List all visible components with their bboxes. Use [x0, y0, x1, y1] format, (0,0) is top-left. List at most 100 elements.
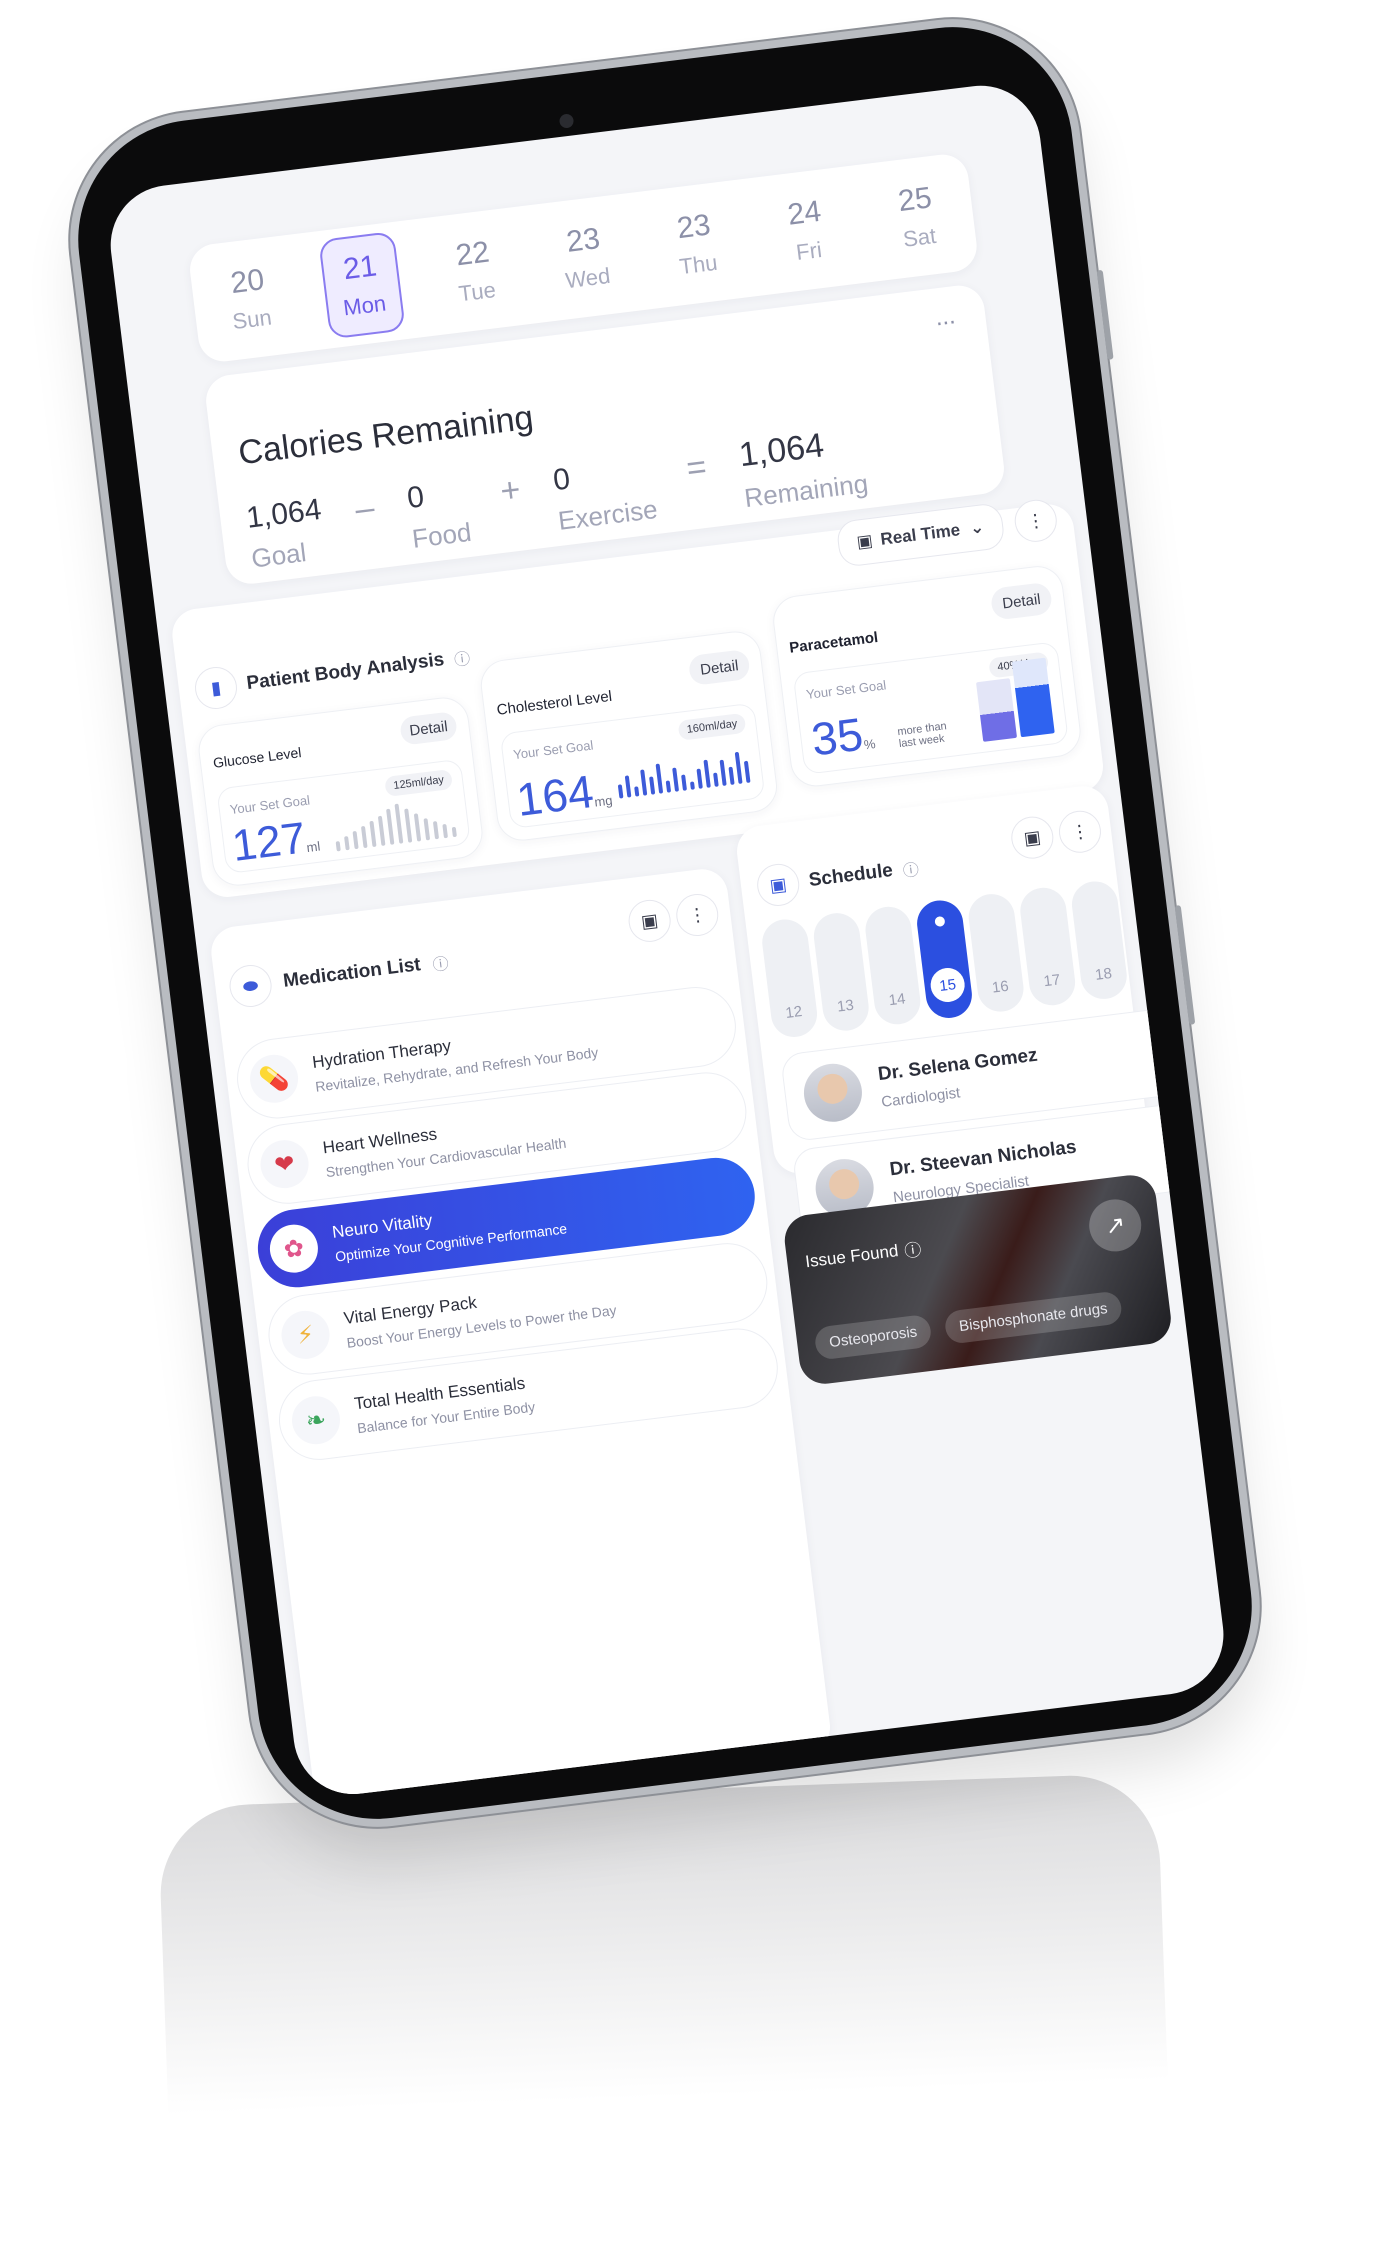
- glucose-value: 127: [229, 813, 309, 871]
- date-number: 25: [896, 181, 934, 219]
- date-number: 21: [341, 249, 379, 287]
- sparkline-bar: [743, 760, 751, 784]
- date-day: Tue: [457, 277, 498, 307]
- more-icon[interactable]: •••: [1162, 1033, 1199, 1068]
- date-item[interactable]: 23 Wed: [544, 206, 627, 310]
- sparkline-bar: [734, 751, 743, 784]
- doctor-avatar: [800, 1060, 866, 1126]
- calendar-icon: ▣: [855, 530, 874, 552]
- schedule-day-number: 17: [1042, 971, 1062, 991]
- medication-title: Medication List: [281, 954, 422, 992]
- sparkline-bar: [386, 808, 395, 845]
- heart-icon: ❤: [257, 1137, 312, 1191]
- power-button: [1174, 905, 1196, 1025]
- cholesterol-sparkline: [615, 747, 751, 799]
- date-item[interactable]: 22 Tue: [433, 219, 516, 323]
- date-item[interactable]: 24 Fri: [765, 179, 848, 283]
- paracetamol-card: Paracetamol Detail Your Set Goal 40%/day…: [770, 563, 1084, 790]
- arrow-up-right-icon[interactable]: ↗: [1086, 1196, 1145, 1255]
- sparkline-bar: [442, 823, 449, 839]
- schedule-day[interactable]: 13: [811, 910, 872, 1034]
- sparkline-bar: [344, 835, 350, 851]
- info-icon: ⓘ: [902, 861, 920, 881]
- minus-sign: –: [353, 488, 377, 529]
- date-number: 23: [564, 221, 602, 259]
- sparkline-bar: [649, 776, 656, 795]
- goal-label: Goal: [249, 537, 308, 574]
- sparkline-bar: [394, 803, 404, 844]
- analysis-title: Patient Body Analysis: [245, 649, 446, 695]
- schedule-day[interactable]: 14: [862, 904, 923, 1027]
- sparkline-bar: [617, 784, 624, 799]
- paracetamol-title: Paracetamol: [788, 628, 880, 657]
- realtime-dropdown[interactable]: ▣ Real Time ⌄: [835, 502, 1006, 568]
- sparkline-bar: [672, 767, 680, 792]
- tablet-device: 20 Sun 21 Mon 22 Tue 23 Wed 23 Thu 24 Fri 25 Sat ... …: [64, 13, 1266, 1833]
- bar-this-week: [1011, 657, 1055, 738]
- sparkline-bar: [335, 841, 341, 852]
- schedule-day[interactable]: 12: [759, 916, 820, 1040]
- issue-tag-osteoporosis[interactable]: Osteoporosis: [813, 1313, 933, 1361]
- schedule-title: Schedule: [807, 859, 895, 892]
- schedule-day-number: 18: [1094, 964, 1113, 984]
- more-icon[interactable]: •••: [1174, 1128, 1211, 1163]
- date-number: 24: [785, 194, 823, 232]
- schedule-day[interactable]: 18: [1069, 878, 1130, 1002]
- cholesterol-goal-label: Your Set Goal: [512, 737, 595, 763]
- date-day: Sun: [231, 304, 274, 335]
- date-item[interactable]: 25 Sat: [875, 165, 958, 269]
- date-item[interactable]: 23 Thu: [654, 192, 737, 296]
- sparkline-bar: [665, 780, 672, 793]
- schedule-day-number: 15: [928, 966, 967, 1004]
- remaining-value: 1,064: [736, 426, 827, 475]
- issue-tag-bisphosphonate[interactable]: Bisphosphonate drugs: [943, 1290, 1124, 1345]
- schedule-day-number: 12: [784, 1003, 804, 1022]
- schedule-day[interactable]: 15: [914, 897, 975, 1021]
- cholesterol-detail-button[interactable]: Detail: [687, 648, 751, 687]
- bar-chart-icon: ▮: [192, 664, 240, 712]
- medication-menu-button[interactable]: ⋮: [673, 891, 721, 939]
- info-icon: ⓘ: [431, 955, 450, 975]
- cholesterol-value: 164: [513, 764, 597, 826]
- schedule-day[interactable]: 17: [1017, 885, 1078, 1008]
- paracetamol-goal-label: Your Set Goal: [805, 677, 887, 703]
- date-day: Thu: [678, 249, 719, 280]
- realtime-label: Real Time: [879, 520, 962, 549]
- plus-sign: +: [498, 470, 523, 511]
- schedule-card: ▣ Schedule ⓘ ▣ ⋮ 12 13 14 15 16 17 18 Dr. Sele…: [734, 783, 1231, 1238]
- date-number: 23: [675, 208, 713, 246]
- cholesterol-unit: mg: [593, 792, 614, 810]
- pill-icon: ⬬: [227, 962, 274, 1010]
- cholesterol-title: Cholesterol Level: [495, 687, 613, 719]
- paracetamol-compare: more than last week: [896, 720, 948, 751]
- date-day: Fri: [794, 236, 824, 265]
- schedule-day-number: 14: [887, 990, 907, 1010]
- sparkline-bar: [369, 820, 377, 848]
- sparkline-bar: [640, 769, 648, 796]
- glucose-rate: 125ml/day: [384, 768, 454, 797]
- issue-title: Issue Found: [804, 1240, 900, 1271]
- sparkline-bar: [432, 821, 440, 840]
- sparkline-bar: [352, 830, 359, 850]
- analysis-menu-button[interactable]: ⋮: [1012, 497, 1060, 545]
- sparkline-bar: [634, 786, 640, 797]
- sparkline-bar: [719, 759, 727, 786]
- paracetamol-value: 35: [808, 707, 866, 766]
- glucose-detail-button[interactable]: Detail: [399, 711, 459, 746]
- glucose-title: Glucose Level: [212, 744, 303, 771]
- sparkline-bar: [451, 826, 457, 838]
- chevron-down-icon: ⌄: [968, 517, 986, 538]
- info-icon: ⓘ: [903, 1240, 923, 1262]
- schedule-menu-button[interactable]: ⋮: [1056, 808, 1104, 856]
- more-icon[interactable]: ...: [934, 302, 957, 332]
- remaining-label: Remaining: [742, 468, 870, 514]
- schedule-calendar-button[interactable]: ▣: [1008, 814, 1056, 861]
- medication-calendar-button[interactable]: ▣: [626, 897, 674, 945]
- schedule-day[interactable]: 16: [966, 891, 1027, 1015]
- date-number: 20: [228, 263, 266, 301]
- sparkline-bar: [713, 772, 719, 787]
- paracetamol-detail-button[interactable]: Detail: [989, 581, 1054, 621]
- date-item[interactable]: 21 Mon: [318, 230, 406, 340]
- date-item[interactable]: 20 Sun: [208, 247, 291, 351]
- goal-value: 1,064: [244, 492, 324, 535]
